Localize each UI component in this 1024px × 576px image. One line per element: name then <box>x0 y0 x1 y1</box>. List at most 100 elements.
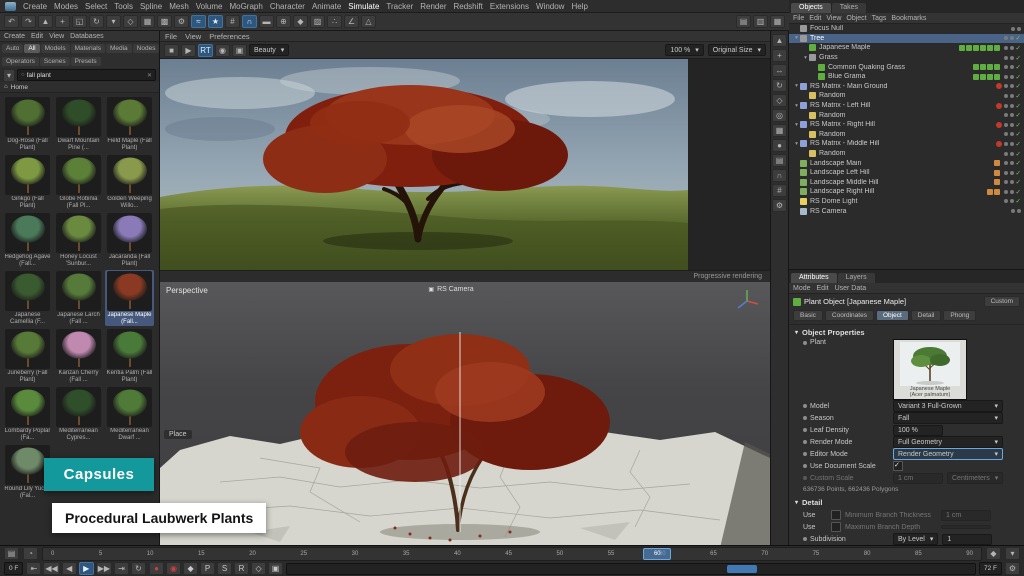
object-row[interactable]: Landscape Left Hill✓ <box>789 168 1024 178</box>
render-start-icon[interactable]: ▶ <box>181 44 196 57</box>
panel-tab-objects[interactable]: Objects <box>791 3 831 13</box>
om-menu-tags[interactable]: Tags <box>872 15 887 22</box>
ab-menu-databases[interactable]: Databases <box>70 33 103 40</box>
filter-tab-materials[interactable]: Materials <box>71 44 105 53</box>
solo-icon[interactable]: ◎ <box>772 109 787 122</box>
keyframe-dot-icon[interactable] <box>803 341 807 345</box>
editor-visibility-dot[interactable] <box>1004 180 1008 184</box>
editor-visibility-dot[interactable] <box>1004 75 1008 79</box>
object-row[interactable]: Landscape Middle Hill✓ <box>789 178 1024 188</box>
null-icon[interactable] <box>800 25 807 32</box>
plant-icon[interactable] <box>818 73 825 80</box>
expand-arrow-icon[interactable]: ▾ <box>793 141 800 147</box>
effector-icon[interactable] <box>809 112 816 119</box>
coord-system-icon[interactable]: ◇ <box>123 15 138 28</box>
workplane-icon[interactable]: ▬ <box>259 15 274 28</box>
enabled-check-icon[interactable]: ✓ <box>1016 82 1021 90</box>
last-tool-icon[interactable]: ▾ <box>106 15 121 28</box>
object-row[interactable]: Focus Null <box>789 24 1024 34</box>
keyframe-list-icon[interactable]: ◆ <box>986 547 1001 560</box>
asset-item[interactable]: Lombardy Poplar (Fa... <box>3 386 52 442</box>
panel-tab-attributes[interactable]: Attributes <box>791 273 837 283</box>
asset-item[interactable]: Honey Locust 'Sunbur... <box>54 212 103 268</box>
render-visibility-dot[interactable] <box>1010 113 1014 117</box>
scale-tool-icon[interactable]: ↔ <box>772 64 787 77</box>
render-picture-icon[interactable]: ▩ <box>157 15 172 28</box>
texture-tag-icon[interactable] <box>994 45 1000 51</box>
scale-key-button[interactable]: S <box>217 562 232 575</box>
object-properties-header[interactable]: ▾ Object Properties <box>789 325 1024 339</box>
attr-tab-coordinates[interactable]: Coordinates <box>825 310 874 321</box>
render-visibility-dot[interactable] <box>1010 123 1014 127</box>
render-visibility-dot[interactable] <box>1017 209 1021 213</box>
render-visibility-dot[interactable] <box>1010 199 1014 203</box>
texture-tag-icon[interactable] <box>987 189 993 195</box>
move-tool-icon[interactable]: + <box>772 49 787 62</box>
range-start-field[interactable]: 0 F <box>4 562 23 575</box>
enabled-check-icon[interactable]: ✓ <box>1016 111 1021 119</box>
rt-preview-icon[interactable]: ★ <box>208 15 223 28</box>
editor-visibility-dot[interactable] <box>1004 56 1008 60</box>
editor-visibility-dot[interactable] <box>1004 152 1008 156</box>
panel-tab-layers[interactable]: Layers <box>838 273 875 283</box>
editor-visibility-dot[interactable] <box>1004 104 1008 108</box>
aov-dropdown[interactable]: Beauty ▾ <box>249 44 289 56</box>
filter-tab-media[interactable]: Media <box>106 44 132 53</box>
attr-menu-user-data[interactable]: User Data <box>835 285 867 292</box>
texture-tag-icon[interactable] <box>980 64 986 70</box>
plant-preview[interactable]: Japanese Maple (Acer palmatum) <box>893 339 967 400</box>
texture-tag-icon[interactable] <box>994 170 1000 176</box>
texture-tag-icon[interactable] <box>959 45 965 51</box>
render-mode-dropdown[interactable]: Full Geometry ▾ <box>893 436 1003 448</box>
menu-mograph[interactable]: MoGraph <box>229 2 262 11</box>
render-visibility-dot[interactable] <box>1010 180 1014 184</box>
enabled-check-icon[interactable]: ✓ <box>1016 150 1021 158</box>
enabled-check-icon[interactable]: ✓ <box>1016 130 1021 138</box>
expand-arrow-icon[interactable]: ▾ <box>793 103 800 109</box>
enabled-check-icon[interactable]: ✓ <box>1016 140 1021 148</box>
subdivision-dropdown[interactable]: By Level ▾ <box>893 533 938 545</box>
attr-menu-mode[interactable]: Mode <box>793 285 811 292</box>
editor-visibility-dot[interactable] <box>1004 142 1008 146</box>
grid-icon[interactable]: # <box>772 184 787 197</box>
keyframe-dot-icon[interactable] <box>803 537 807 541</box>
matrix-icon[interactable] <box>800 140 807 147</box>
effector-icon[interactable] <box>809 131 816 138</box>
render-visibility-dot[interactable] <box>1010 75 1014 79</box>
use-document-scale-checkbox[interactable] <box>893 461 903 471</box>
material-icon[interactable]: ● <box>772 139 787 152</box>
expand-arrow-icon[interactable]: ▾ <box>802 55 809 61</box>
model-dropdown[interactable]: Variant 3 Full-Grown ▾ <box>893 400 1003 412</box>
object-row[interactable]: Random✓ <box>789 110 1024 120</box>
min-branch-checkbox[interactable] <box>831 510 841 520</box>
render-view-canvas[interactable] <box>160 59 770 270</box>
search-input[interactable] <box>27 72 145 79</box>
render-visibility-dot[interactable] <box>1010 142 1014 146</box>
menu-modes[interactable]: Modes <box>54 2 78 11</box>
menu-tracker[interactable]: Tracker <box>386 2 413 11</box>
object-row[interactable]: RS Camera <box>789 206 1024 216</box>
detail-header[interactable]: ▾ Detail <box>789 495 1024 509</box>
enabled-check-icon[interactable]: ✓ <box>1016 188 1021 196</box>
editor-visibility-dot[interactable] <box>1004 94 1008 98</box>
menu-mesh[interactable]: Mesh <box>169 2 189 11</box>
render-settings-icon[interactable]: ⚙ <box>174 15 189 28</box>
texture-tag-icon[interactable] <box>987 45 993 51</box>
landscape-icon[interactable] <box>800 169 807 176</box>
enabled-check-icon[interactable]: ✓ <box>1016 54 1021 62</box>
editor-visibility-dot[interactable] <box>1004 36 1008 40</box>
snap-icon[interactable]: ∩ <box>242 15 257 28</box>
texture-tag-icon[interactable] <box>994 160 1000 166</box>
axis-gizmo-icon[interactable] <box>734 288 760 314</box>
edges-mode-icon[interactable]: ∠ <box>344 15 359 28</box>
menu-extensions[interactable]: Extensions <box>490 2 529 11</box>
undo-icon[interactable]: ↶ <box>4 15 19 28</box>
menu-animate[interactable]: Animate <box>312 2 341 11</box>
next-frame-button[interactable]: ▶▶ <box>96 562 112 575</box>
menu-window[interactable]: Window <box>536 2 564 11</box>
texture-tag-icon[interactable] <box>987 64 993 70</box>
asset-item[interactable]: Dwarf Mountain Pine (... <box>54 96 103 152</box>
playhead[interactable]: 60 <box>643 548 671 560</box>
asset-item[interactable]: Jacaranda (Fall Plant) <box>105 212 154 268</box>
texture-tag-icon[interactable] <box>994 179 1000 185</box>
